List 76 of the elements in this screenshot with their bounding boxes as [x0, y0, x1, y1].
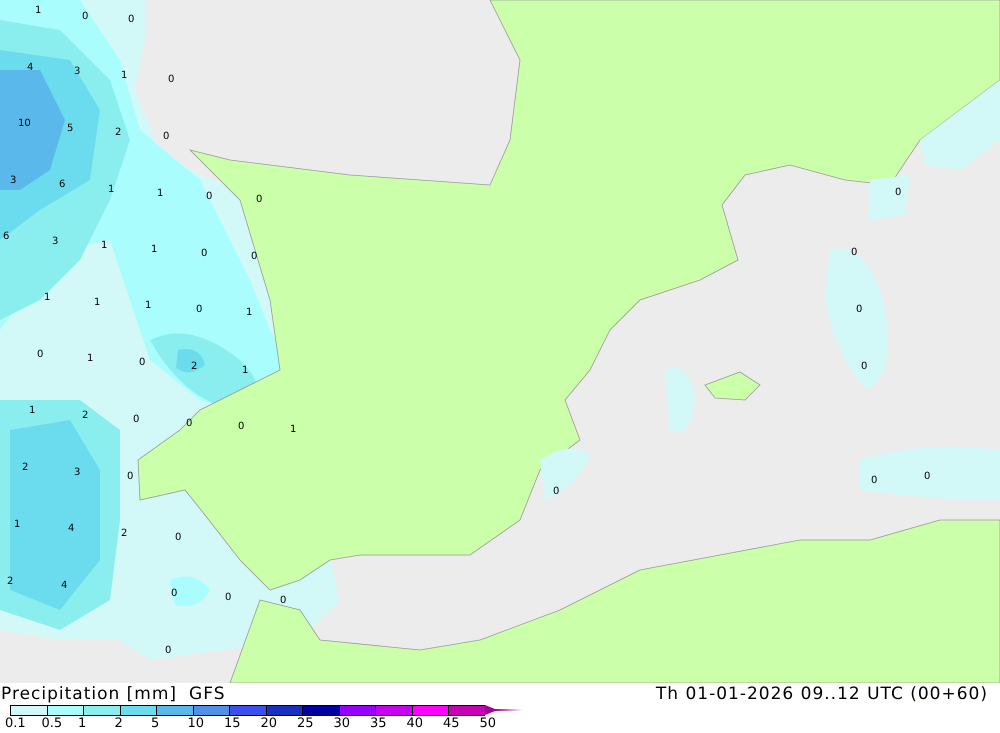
precipitation-value: 1	[290, 425, 296, 435]
precipitation-value: 1	[242, 366, 248, 376]
legend-label: 25	[297, 716, 314, 731]
legend-label: 0.1	[5, 716, 26, 731]
precipitation-value: 1	[145, 301, 152, 311]
precipitation-value: 6	[59, 180, 66, 190]
model-name: GFS	[189, 683, 226, 705]
precipitation-value: 0	[168, 75, 174, 85]
forecast-time: Th 01-01-2026 09..12 UTC (00+60)	[656, 683, 989, 706]
legend-label: 5	[151, 716, 160, 731]
precipitation-value: 4	[27, 63, 34, 73]
legend-label: 45	[443, 716, 460, 731]
precipitation-value: 0	[238, 422, 244, 432]
legend-label: 2	[114, 716, 123, 731]
precipitation-value: 10	[18, 119, 31, 129]
legend-label: 15	[224, 716, 241, 731]
legend-label: 0.5	[42, 716, 62, 731]
precipitation-value: 0	[139, 358, 146, 368]
precipitation-value: 0	[128, 15, 134, 25]
precipitation-value: 3	[74, 468, 80, 478]
precipitation-value: 1	[44, 293, 50, 303]
precipitation-value: 2	[121, 529, 128, 539]
precipitation-value: 0	[871, 476, 878, 486]
precipitation-value: 1	[35, 6, 42, 16]
precipitation-value: 0	[251, 252, 258, 262]
precipitation-value: 1	[14, 520, 20, 530]
precipitation-value: 6	[3, 232, 10, 242]
precipitation-value: 0	[82, 12, 88, 22]
precipitation-value: 0	[895, 188, 902, 198]
precipitation-value: 0	[924, 472, 930, 482]
precipitation-value: 1	[157, 189, 164, 199]
precipitation-value: 0	[165, 646, 172, 656]
precipitation-value: 0	[133, 415, 140, 425]
precipitation-value: 0	[175, 533, 182, 543]
precipitation-value: 0	[256, 195, 262, 205]
legend-label: 20	[260, 716, 278, 731]
precipitation-value: 2	[115, 128, 122, 138]
precipitation-value: 0	[171, 589, 178, 599]
legend-label: 40	[406, 716, 424, 731]
precipitation-value: 3	[52, 237, 58, 247]
precipitation-value: 0	[553, 487, 560, 497]
precipitation-value: 3	[10, 176, 16, 186]
precipitation-value: 2	[7, 577, 14, 587]
precipitation-value: 1	[94, 298, 100, 308]
precipitation-value: 0	[851, 248, 858, 258]
precipitation-value: 1	[101, 241, 108, 251]
precipitation-value: 1	[87, 354, 94, 364]
legend-label: 30	[334, 716, 350, 731]
legend-label: 1	[78, 716, 86, 731]
legend-label: 10	[188, 716, 204, 731]
precipitation-value: 0	[225, 593, 232, 603]
precipitation-value: 0	[201, 249, 208, 259]
precipitation-value: 0	[186, 419, 192, 429]
precipitation-value: 4	[68, 524, 74, 534]
precipitation-value: 1	[246, 308, 252, 318]
precipitation-value: 4	[61, 581, 68, 591]
precipitation-value: 0	[127, 472, 134, 482]
precipitation-value: 2	[191, 362, 198, 372]
precipitation-value: 1	[29, 406, 36, 416]
precipitation-value: 2	[22, 463, 28, 473]
precipitation-value: 0	[861, 362, 868, 372]
precipitation-value: 0	[196, 305, 202, 315]
precipitation-value: 1	[121, 71, 128, 81]
precipitation-value: 1	[151, 245, 158, 255]
precipitation-value: 0	[163, 132, 170, 142]
chart-title: Precipitation [mm]	[1, 683, 178, 705]
precipitation-value: 0	[37, 350, 44, 360]
precipitation-value: 0	[856, 305, 862, 315]
precipitation-value: 2	[82, 411, 88, 421]
precipitation-value: 1	[108, 185, 114, 195]
precipitation-value: 0	[280, 596, 286, 606]
legend-label: 35	[370, 716, 387, 731]
precipitation-value: 5	[67, 124, 74, 134]
precipitation-value: 0	[206, 192, 212, 202]
legend-label: 50	[480, 716, 496, 731]
precipitation-value: 3	[74, 67, 80, 77]
